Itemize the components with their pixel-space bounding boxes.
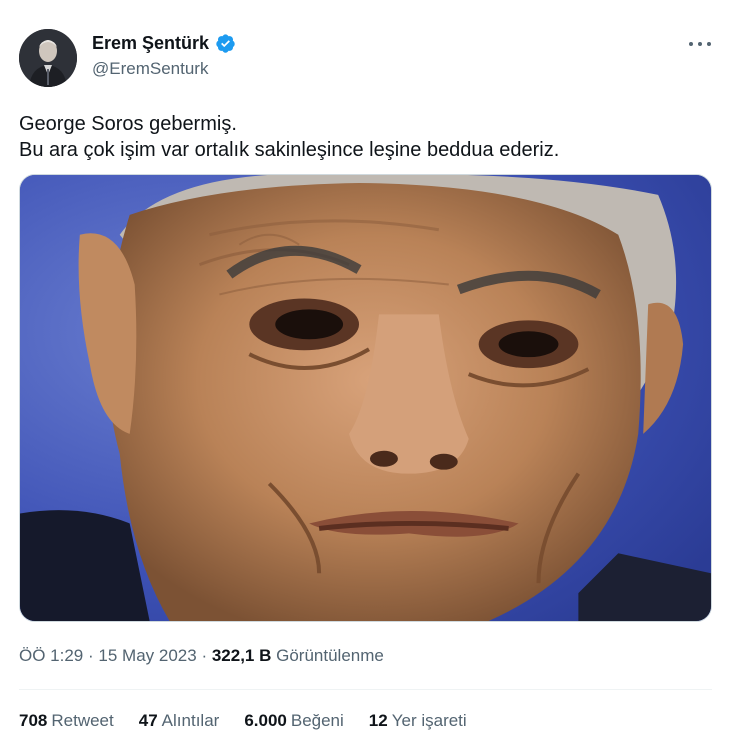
- avatar-image: [19, 29, 77, 87]
- bookmarks-count: 12: [368, 711, 388, 730]
- tweet-photo[interactable]: [19, 174, 712, 622]
- tweet-time[interactable]: ÖÖ 1:29: [19, 646, 83, 665]
- tweet-date[interactable]: 15 May 2023: [98, 646, 196, 665]
- tweet-meta: ÖÖ 1:29 · 15 May 2023 · 322,1 B Görüntül…: [19, 646, 384, 666]
- meta-separator: ·: [88, 646, 94, 665]
- more-dot: [698, 42, 702, 46]
- more-options-icon[interactable]: [689, 36, 711, 52]
- retweets-count: 708: [19, 711, 48, 730]
- avatar[interactable]: [19, 29, 77, 87]
- likes-count: 6.000: [244, 711, 287, 730]
- meta-separator: ·: [201, 646, 208, 665]
- more-dot: [689, 42, 693, 46]
- bookmarks-label: Yer işareti: [391, 711, 467, 730]
- author-block: Erem Şentürk @EremSenturk: [92, 33, 236, 79]
- tweet-text: George Soros gebermiş. Bu ara çok işim v…: [19, 111, 719, 163]
- more-dot: [707, 42, 711, 46]
- likes-label: Beğeni: [290, 711, 344, 730]
- bookmarks-stat[interactable]: 12 Yer işareti: [369, 711, 467, 731]
- author-handle[interactable]: @EremSenturk: [92, 59, 236, 79]
- quotes-label: Alıntılar: [161, 711, 220, 730]
- portrait-photo: [20, 175, 711, 621]
- divider: [19, 689, 712, 690]
- quotes-count: 47: [138, 711, 158, 730]
- author-name-row: Erem Şentürk: [92, 33, 236, 54]
- engagement-stats: 708 Retweet 47 Alıntılar 6.000 Beğeni 12 Yer…: [19, 711, 467, 731]
- views-count: 322,1 B: [211, 646, 272, 665]
- quotes-stat[interactable]: 47 Alıntılar: [139, 711, 220, 731]
- tweet-text-line: George Soros gebermiş.: [19, 113, 237, 135]
- views-label: Görüntülenme: [276, 646, 384, 665]
- author-display-name[interactable]: Erem Şentürk: [92, 33, 209, 54]
- likes-stat[interactable]: 6.000 Beğeni: [244, 711, 343, 731]
- verified-badge-icon[interactable]: [215, 33, 236, 54]
- tweet-text-line: Bu ara çok işim var ortalık sakinleşince…: [19, 139, 560, 161]
- retweets-label: Retweet: [51, 711, 114, 730]
- retweets-stat[interactable]: 708 Retweet: [19, 711, 114, 731]
